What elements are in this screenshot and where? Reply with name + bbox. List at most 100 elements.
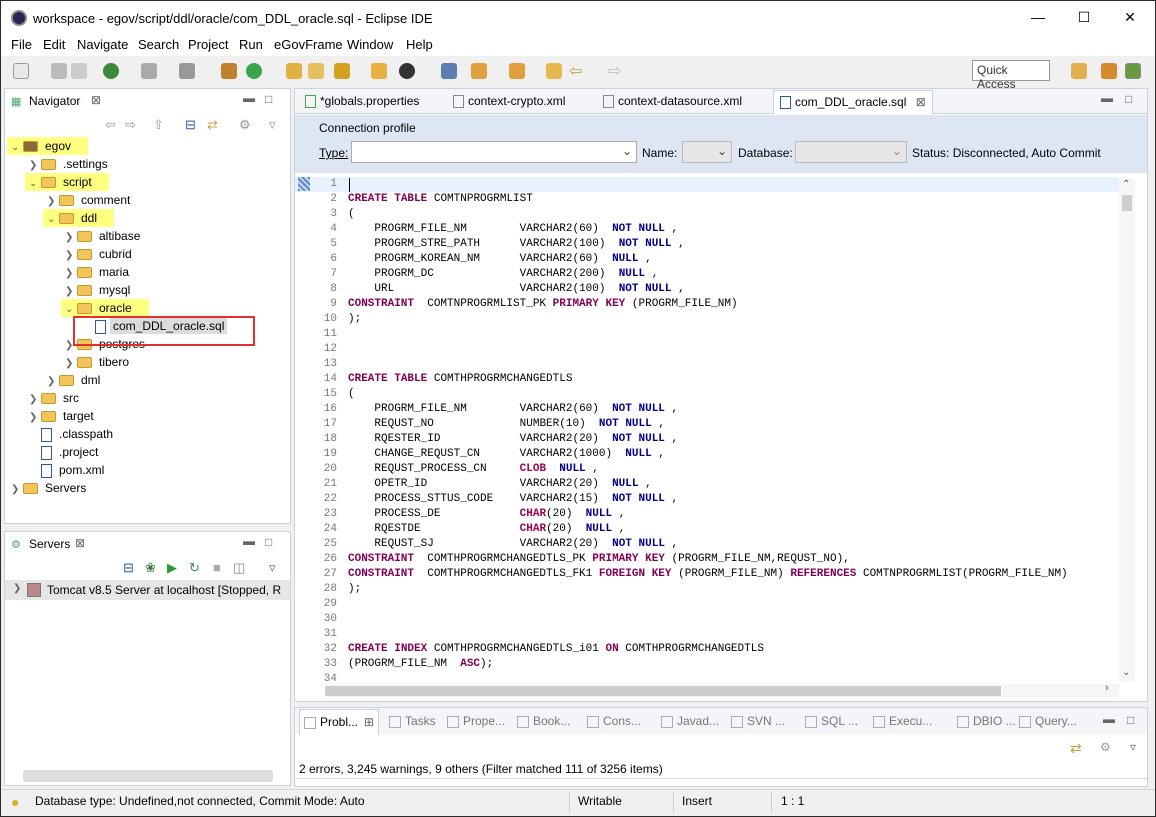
collapse-all-icon[interactable]: ⊟ (185, 117, 196, 133)
expand-arrow-icon[interactable]: ❯ (13, 583, 21, 594)
tab-close-icon[interactable]: ⊠ (916, 95, 926, 109)
terminal-icon[interactable] (441, 63, 457, 79)
tab-context-datasource[interactable]: context-datasource.xml (597, 91, 748, 113)
scroll-down-icon[interactable]: ⌄ (1122, 667, 1130, 678)
menu-help[interactable]: Help (406, 37, 433, 52)
view-menu-icon[interactable]: ▿ (269, 560, 276, 576)
tree-item-mysql[interactable]: ❯ mysql (65, 281, 133, 299)
type-select[interactable]: ⌄ (351, 141, 637, 163)
tree-item-cubrid[interactable]: ❯ cubrid (65, 245, 135, 263)
tree-item-servers[interactable]: ❯ Servers (11, 479, 89, 497)
save-all-icon[interactable] (71, 63, 87, 79)
bottom-tab-probl[interactable]: Probl... ⊞ (299, 709, 380, 735)
focus-icon[interactable]: ⇄ (1070, 740, 1082, 757)
tree-item-maria[interactable]: ❯ maria (65, 263, 132, 281)
tree-item-comment[interactable]: ❯ comment (47, 191, 133, 209)
egov-perspective-icon[interactable] (1125, 63, 1141, 79)
scroll-up-icon[interactable]: ⌃ (1122, 179, 1130, 190)
debug-icon[interactable] (103, 63, 119, 79)
tree-item-com-ddl-oracle-sql[interactable]: com_DDL_oracle.sql (83, 317, 228, 335)
sql-editor-text[interactable]: 1 2 CREATE TABLE COMTNPROGRMLIST 3(4 PROGRM… (295, 176, 1119, 684)
link-editor-icon[interactable]: ⇄ (207, 117, 218, 133)
view-menu-icon[interactable]: ▿ (1130, 740, 1136, 754)
stop-server-icon[interactable]: ■ (213, 560, 221, 575)
menu-navigate[interactable]: Navigate (77, 37, 128, 52)
chevron-down-icon[interactable]: ⌄ (11, 139, 23, 157)
navigator-tab-label[interactable]: Navigator (29, 94, 80, 108)
scroll-right-icon[interactable]: › (1105, 682, 1109, 694)
open-folder-icon[interactable] (308, 63, 324, 79)
scroll-thumb[interactable] (1122, 195, 1132, 211)
servers-close-icon[interactable]: ⊠ (75, 536, 85, 550)
publish-icon[interactable]: ◫ (233, 560, 245, 576)
profile-server-icon[interactable]: ↻ (189, 560, 200, 576)
bottom-tab-query[interactable]: Query... (1019, 714, 1077, 728)
bottom-tab-dbio[interactable]: DBIO ... (957, 714, 1016, 728)
tree-item-settings[interactable]: ❯ .settings (29, 155, 111, 173)
next-annotation-icon[interactable] (471, 63, 487, 79)
tree-item-egov[interactable]: ⌄ egov (7, 137, 89, 157)
horizontal-scrollbar[interactable]: › (325, 682, 1119, 698)
maximize-button[interactable]: ☐ (1061, 1, 1107, 34)
view-menu-icon[interactable]: ▿ (269, 117, 276, 133)
open-perspective-icon[interactable] (1071, 63, 1087, 79)
horizontal-scrollbar[interactable] (23, 770, 273, 782)
database-select[interactable]: ⌄ (795, 141, 907, 163)
forward-arrow-icon[interactable]: ⇨ (608, 61, 624, 80)
run-icon[interactable] (246, 63, 262, 79)
maximize-editor-icon[interactable]: □ (1125, 92, 1132, 106)
java-ee-perspective-icon[interactable] (1101, 63, 1117, 79)
bottom-tab-execu[interactable]: Execu... (873, 714, 932, 728)
chevron-down-icon[interactable]: ⌄ (29, 175, 41, 193)
debug-server-icon[interactable]: ❀ (145, 560, 156, 576)
maximize-view-icon[interactable]: □ (265, 535, 272, 549)
tab-globals-properties[interactable]: *globals.properties (299, 91, 425, 113)
maximize-view-icon[interactable]: □ (265, 92, 272, 106)
bottom-tab-javad[interactable]: Javad... (661, 714, 719, 728)
last-edit-icon[interactable] (546, 63, 562, 79)
bottom-tab-prope[interactable]: Prope... (447, 714, 505, 728)
tree-item-src[interactable]: ❯ src (29, 389, 82, 407)
quick-access-input[interactable]: Quick Access (972, 60, 1050, 91)
tree-item-ddl[interactable]: ⌄ ddl (43, 209, 115, 227)
filter-icon[interactable]: ⚙ (1100, 740, 1111, 754)
stop-icon[interactable] (141, 63, 157, 79)
filter-icon[interactable]: ⚙ (239, 117, 251, 133)
menu-edit[interactable]: Edit (43, 37, 65, 52)
open-task-icon[interactable] (371, 63, 387, 79)
open-type-icon[interactable] (286, 63, 302, 79)
new-icon[interactable] (13, 63, 29, 79)
tree-item-oracle[interactable]: ⌄ oracle (61, 299, 149, 317)
prev-annotation-icon[interactable] (509, 63, 525, 79)
menu-file[interactable]: File (11, 37, 32, 52)
menu-egovframe[interactable]: eGovFrame (274, 37, 343, 52)
tree-item-project[interactable]: .project (29, 443, 101, 461)
chevron-right-icon[interactable]: ❯ (11, 481, 23, 499)
scroll-thumb[interactable] (325, 686, 1001, 696)
vertical-scrollbar[interactable]: ⌃ ⌄ (1119, 179, 1135, 682)
tree-item-postgres[interactable]: ❯ postgres (65, 335, 148, 353)
tree-item-tibero[interactable]: ❯ tibero (65, 353, 132, 371)
tree-item-classpath[interactable]: .classpath (29, 425, 116, 443)
save-icon[interactable] (51, 63, 67, 79)
person-icon[interactable] (399, 63, 415, 79)
bottom-tab-tasks[interactable]: Tasks (389, 714, 436, 728)
pencil-icon[interactable] (334, 63, 350, 79)
collapse-all-icon[interactable]: ⊟ (123, 560, 134, 576)
bottom-tab-book[interactable]: Book... (517, 714, 570, 728)
name-select[interactable]: ⌄ (682, 141, 732, 163)
minimize-view-icon[interactable]: ▬ (1103, 712, 1115, 726)
start-server-icon[interactable]: ▶ (167, 560, 177, 576)
tab-com-ddl-oracle[interactable]: com_DDL_oracle.sql ⊠ (773, 90, 933, 114)
menu-project[interactable]: Project (188, 37, 228, 52)
chevron-down-icon[interactable]: ⌄ (65, 301, 77, 319)
maximize-view-icon[interactable]: □ (1127, 713, 1134, 727)
bottom-tab-svn[interactable]: SVN ... (731, 714, 785, 728)
minimize-button[interactable]: — (1015, 1, 1061, 34)
tree-item-target[interactable]: ❯ target (29, 407, 97, 425)
bottom-tab-cons[interactable]: Cons... (587, 714, 641, 728)
back-icon[interactable]: ⇦ (105, 117, 116, 133)
tree-item-script[interactable]: ⌄ script (25, 173, 109, 191)
server-item[interactable]: ❯ Tomcat v8.5 Server at localhost [Stopp… (5, 580, 290, 600)
minimize-view-icon[interactable]: ▬ (243, 534, 255, 548)
